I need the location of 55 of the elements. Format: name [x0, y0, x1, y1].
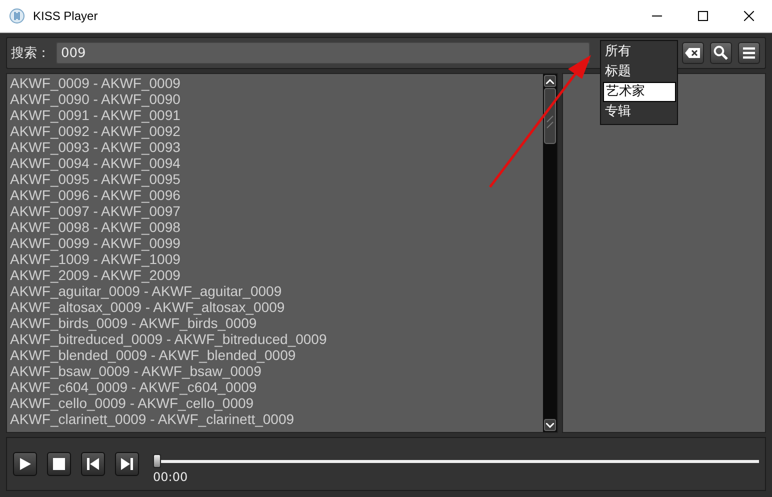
result-item[interactable]: AKWF_blended_0009 - AKWF_blended_0009	[10, 347, 540, 363]
search-icon	[713, 45, 729, 61]
skip-back-icon	[86, 457, 100, 471]
dropdown-option[interactable]: 标题	[603, 62, 676, 82]
result-item[interactable]: AKWF_0098 - AKWF_0098	[10, 219, 540, 235]
result-item[interactable]: AKWF_aguitar_0009 - AKWF_aguitar_0009	[10, 283, 540, 299]
result-item[interactable]: AKWF_birds_0009 - AKWF_birds_0009	[10, 315, 540, 331]
app-logo-icon	[9, 8, 25, 24]
result-item[interactable]: AKWF_c604_0009 - AKWF_c604_0009	[10, 379, 540, 395]
close-icon	[744, 11, 754, 21]
seek-slider[interactable]	[153, 454, 759, 468]
result-item[interactable]: AKWF_cello_0009 - AKWF_cello_0009	[10, 395, 540, 411]
result-item[interactable]: AKWF_0092 - AKWF_0092	[10, 123, 540, 139]
result-item[interactable]: AKWF_bsaw_0009 - AKWF_bsaw_0009	[10, 363, 540, 379]
result-item[interactable]: AKWF_0091 - AKWF_0091	[10, 107, 540, 123]
search-field[interactable]: 009	[56, 42, 590, 64]
scroll-down-button[interactable]	[544, 419, 556, 431]
skip-forward-icon	[120, 457, 134, 471]
backspace-icon	[685, 47, 701, 59]
stop-button[interactable]	[47, 452, 71, 476]
caret-up-icon	[546, 78, 554, 84]
menu-button[interactable]	[738, 42, 760, 64]
result-item[interactable]: AKWF_1009 - AKWF_1009	[10, 251, 540, 267]
result-item[interactable]: AKWF_altosax_0009 - AKWF_altosax_0009	[10, 299, 540, 315]
search-button[interactable]	[710, 42, 732, 64]
previous-button[interactable]	[81, 452, 105, 476]
next-button[interactable]	[115, 452, 139, 476]
scroll-thumb[interactable]	[544, 88, 556, 144]
play-button[interactable]	[13, 452, 37, 476]
result-item[interactable]: AKWF_0097 - AKWF_0097	[10, 203, 540, 219]
dropdown-option[interactable]: 艺术家	[603, 82, 676, 102]
stop-icon	[53, 458, 65, 470]
scroll-up-button[interactable]	[544, 75, 556, 87]
result-item[interactable]: AKWF_0099 - AKWF_0099	[10, 235, 540, 251]
caret-down-icon	[546, 422, 554, 428]
result-item[interactable]: AKWF_clarinett_0009 - AKWF_clarinett_0009	[10, 411, 540, 427]
menu-icon	[742, 46, 756, 60]
result-item[interactable]: AKWF_0094 - AKWF_0094	[10, 155, 540, 171]
search-label: 搜索：	[11, 45, 50, 62]
scrollbar[interactable]	[543, 74, 557, 432]
seek-thumb[interactable]	[153, 454, 161, 468]
clear-button[interactable]	[682, 42, 704, 64]
window-title: KISS Player	[33, 9, 98, 23]
elapsed-time: 00:00	[153, 470, 188, 484]
result-item[interactable]: AKWF_0096 - AKWF_0096	[10, 187, 540, 203]
result-item[interactable]: AKWF_0090 - AKWF_0090	[10, 91, 540, 107]
result-item[interactable]: AKWF_bitreduced_0009 - AKWF_bitreduced_0009	[10, 331, 540, 347]
result-item[interactable]: AKWF_2009 - AKWF_2009	[10, 267, 540, 283]
result-item[interactable]: AKWF_0009 - AKWF_0009	[10, 75, 540, 91]
result-item[interactable]: AKWF_0095 - AKWF_0095	[10, 171, 540, 187]
dropdown-option[interactable]: 专辑	[603, 102, 676, 122]
play-icon	[18, 457, 32, 471]
result-item[interactable]: AKWF_0093 - AKWF_0093	[10, 139, 540, 155]
maximize-icon	[698, 11, 708, 21]
dropdown-option[interactable]: 所有	[603, 42, 676, 62]
